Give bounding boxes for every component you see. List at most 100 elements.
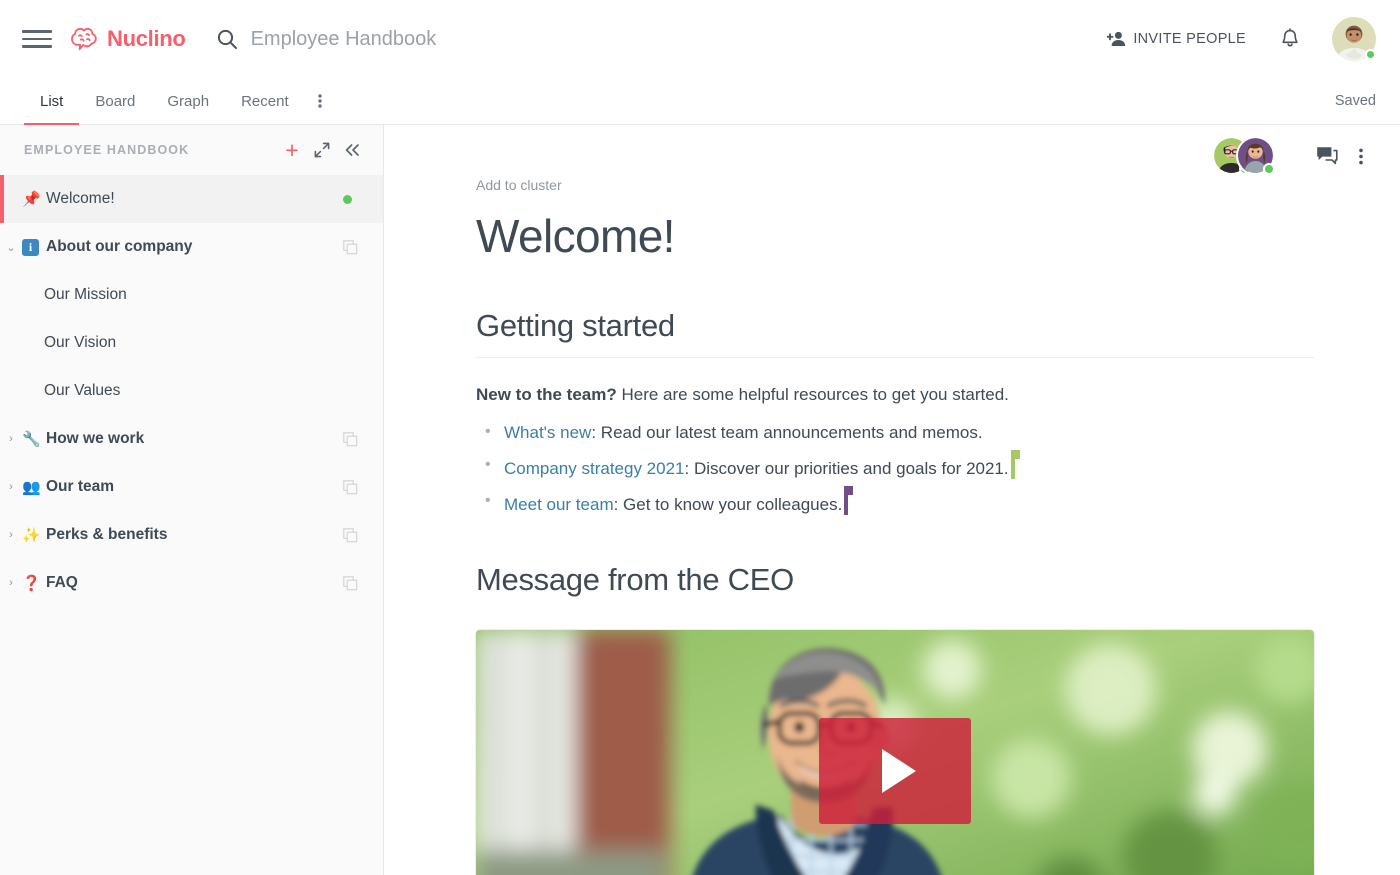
add-person-icon: [1107, 31, 1126, 46]
question-mark-icon: ❓: [22, 574, 41, 592]
sidebar: EMPLOYEE HANDBOOK + 📌 Welcome! ⌄ i About…: [0, 125, 384, 875]
sidebar-add-button[interactable]: +: [277, 135, 307, 165]
sparkles-icon: ✨: [22, 526, 41, 544]
duplicate-icon[interactable]: [343, 527, 367, 543]
sidebar-item-list: 📌 Welcome! ⌄ i About our company Our Mis…: [0, 175, 383, 875]
presence-dot: [343, 194, 352, 204]
sidebar-item-label: About our company: [46, 238, 193, 255]
section-heading-getting-started: Getting started: [476, 307, 1314, 358]
sidebar-trailing: [343, 194, 367, 204]
notifications-button[interactable]: [1280, 28, 1300, 50]
resource-list: What's new: Read our latest team announc…: [476, 423, 1314, 529]
chevron-right-icon[interactable]: ›: [0, 433, 22, 445]
sidebar-item-our-mission[interactable]: Our Mission: [0, 271, 383, 319]
brand-name: Nuclino: [107, 26, 186, 51]
pushpin-icon: 📌: [22, 190, 41, 208]
sidebar-item-perks-and-benefits[interactable]: › ✨ Perks & benefits: [0, 511, 383, 559]
page-title: Welcome!: [476, 210, 675, 262]
sidebar-item-how-we-work[interactable]: › 🔧 How we work: [0, 415, 383, 463]
search-icon: [217, 29, 237, 49]
avatar[interactable]: [1332, 17, 1376, 61]
search-term: Employee Handbook: [250, 27, 437, 50]
sidebar-item-faq[interactable]: › ❓ FAQ: [0, 559, 383, 607]
sidebar-item-our-values[interactable]: Our Values: [0, 367, 383, 415]
document-pane: Add to cluster Welcome! Getting started …: [384, 125, 1400, 875]
chevron-right-icon[interactable]: ›: [0, 529, 22, 541]
kebab-menu-icon: [317, 94, 322, 108]
tab-list-label: List: [40, 92, 64, 110]
presence-dot: [1365, 49, 1376, 60]
bell-icon: [1282, 28, 1298, 47]
wrench-icon: 🔧: [22, 430, 41, 448]
sidebar-item-label: How we work: [46, 430, 145, 447]
nuclino-logo[interactable]: Nuclino: [70, 26, 186, 52]
chevron-right-icon[interactable]: ›: [0, 481, 22, 493]
sidebar-header: EMPLOYEE HANDBOOK +: [0, 125, 383, 175]
ceo-video-embed[interactable]: [476, 629, 1314, 875]
people-icon: 👥: [22, 478, 41, 496]
sidebar-item-our-vision[interactable]: Our Vision: [0, 319, 383, 367]
add-to-cluster-button[interactable]: Add to cluster: [476, 177, 562, 193]
sidebar-item-label: Our Mission: [44, 286, 127, 303]
sidebar-item-label: FAQ: [46, 574, 78, 591]
sidebar-expand-button[interactable]: [307, 135, 337, 165]
tabbar-spacer: [335, 78, 1335, 124]
collaborator-cursor-purple: [844, 485, 854, 515]
list-item: What's new: Read our latest team announc…: [485, 423, 1314, 457]
comments-button[interactable]: [1310, 139, 1344, 173]
hamburger-menu-icon[interactable]: [22, 24, 52, 54]
information-icon: i: [22, 238, 46, 256]
chevron-down-icon[interactable]: ⌄: [0, 241, 22, 254]
collaborator-avatar-purple[interactable]: [1236, 136, 1276, 176]
lead-rest: Here are some helpful resources to get y…: [616, 384, 1009, 404]
tab-graph[interactable]: Graph: [151, 79, 225, 125]
lead-bold: New to the team?: [476, 384, 617, 404]
sidebar-item-label: Welcome!: [46, 190, 115, 207]
sidebar-item-label: Our team: [46, 478, 115, 495]
duplicate-icon[interactable]: [343, 479, 367, 495]
tab-recent-label: Recent: [241, 92, 289, 110]
list-item-text: : Discover our priorities and goals for …: [684, 458, 1009, 478]
brain-icon: [71, 27, 97, 51]
list-item-text: : Get to know your colleagues.: [613, 494, 843, 514]
list-item: Meet our team: Get to know your colleagu…: [485, 485, 1314, 529]
link-meet-our-team[interactable]: Meet our team: [504, 495, 614, 514]
tab-board-label: Board: [95, 92, 136, 110]
sidebar-item-label: Perks & benefits: [46, 526, 168, 543]
tab-graph-label: Graph: [167, 92, 210, 110]
getting-started-lead: New to the team? Here are some helpful r…: [476, 382, 1314, 408]
save-status: Saved: [1334, 93, 1376, 109]
section-heading-message-from-the-ceo: Message from the CEO: [476, 561, 794, 597]
sidebar-item-our-team[interactable]: › 👥 Our team: [0, 463, 383, 511]
presence-dot: [1263, 163, 1275, 175]
duplicate-icon[interactable]: [343, 575, 367, 591]
tab-recent[interactable]: Recent: [225, 79, 305, 125]
sidebar-item-about-our-company[interactable]: ⌄ i About our company: [0, 223, 383, 271]
tab-list[interactable]: List: [24, 79, 80, 125]
sidebar-collapse-button[interactable]: [337, 135, 367, 165]
collaborator-cursor-green: [1010, 449, 1020, 479]
tab-overflow-button[interactable]: [305, 78, 335, 124]
view-tab-bar: List Board Graph Recent Saved: [0, 78, 1400, 125]
chevron-right-icon[interactable]: ›: [0, 577, 22, 589]
document-more-button[interactable]: [1344, 139, 1378, 173]
document-toolbar: [1212, 125, 1400, 187]
comment-bubble-icon: [1317, 147, 1338, 165]
play-button-icon: [882, 748, 916, 793]
sidebar-item-label: Our Values: [44, 382, 121, 399]
search-input[interactable]: Employee Handbook: [216, 28, 1108, 51]
link-whats-new[interactable]: What's new: [504, 423, 591, 442]
plus-icon: +: [285, 136, 299, 163]
tab-board[interactable]: Board: [79, 79, 151, 125]
sidebar-item-welcome[interactable]: 📌 Welcome!: [0, 175, 383, 223]
duplicate-icon[interactable]: [343, 431, 367, 447]
list-item-text: : Read our latest team announcements and…: [591, 423, 983, 443]
double-chevron-left-icon: [345, 144, 359, 156]
play-button[interactable]: [819, 717, 971, 824]
list-item: Company strategy 2021: Discover our prio…: [485, 449, 1314, 493]
invite-people-button[interactable]: INVITE PEOPLE: [1107, 31, 1246, 47]
expand-icon: [314, 142, 330, 158]
workspace-body: EMPLOYEE HANDBOOK + 📌 Welcome! ⌄ i About…: [0, 125, 1400, 875]
duplicate-icon[interactable]: [343, 239, 367, 255]
link-company-strategy-2021[interactable]: Company strategy 2021: [504, 459, 685, 478]
